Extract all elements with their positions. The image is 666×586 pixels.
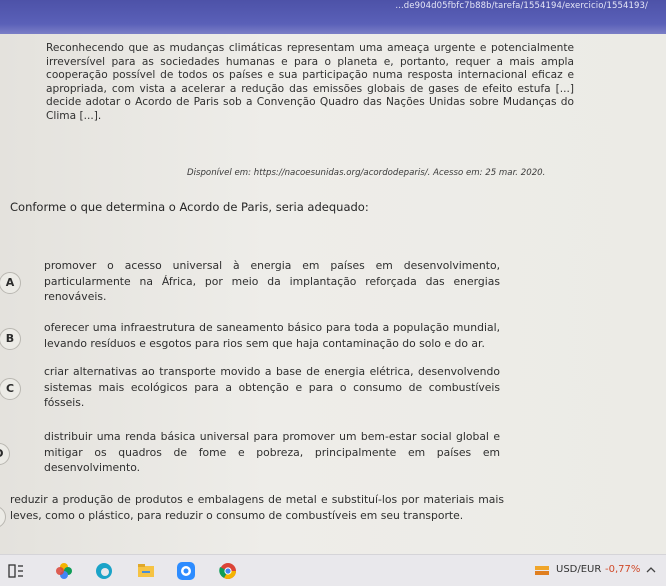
ticker-change: -0,77%	[605, 564, 641, 575]
option-letter[interactable]: C	[0, 378, 21, 400]
file-explorer-icon[interactable]	[136, 561, 156, 581]
option-text: reduzir a produção de produtos e embalag…	[10, 493, 504, 522]
taskview-icon[interactable]	[6, 561, 26, 581]
exercise-page: Reconhecendo que as mudanças climáticas …	[0, 34, 666, 554]
currency-ticker-icon	[535, 566, 549, 575]
option-letter[interactable]: B	[0, 328, 21, 350]
option-letter[interactable]: D	[0, 443, 10, 465]
chevron-up-icon[interactable]	[645, 565, 657, 575]
ticker-label[interactable]: USD/EUR	[556, 564, 601, 575]
option-text: distribuir uma renda básica universal pa…	[44, 430, 500, 474]
passage-text: Reconhecendo que as mudanças climáticas …	[46, 42, 574, 122]
edge-icon[interactable]	[94, 561, 114, 581]
option-letter[interactable]: A	[0, 272, 21, 294]
address-bar-url[interactable]: ...de904d05fbfc7b88b/tarefa/1554194/exer…	[395, 1, 648, 13]
chrome-icon[interactable]	[218, 561, 238, 581]
question-stem: Conforme o que determina o Acordo de Par…	[10, 200, 369, 214]
zoom-icon[interactable]	[176, 561, 196, 581]
option-letter[interactable]: E	[0, 506, 6, 528]
taskbar: USD/EUR -0,77%	[0, 554, 666, 586]
option-text: criar alternativas ao transporte movido …	[44, 365, 500, 409]
browser-toolbar: ...de904d05fbfc7b88b/tarefa/1554194/exer…	[0, 0, 666, 34]
option-text: oferecer uma infraestrutura de saneament…	[44, 321, 500, 350]
option-text: promover o acesso universal à energia em…	[44, 259, 500, 303]
passage-source: Disponível em: https://nacoesunidas.org/…	[187, 168, 546, 178]
photos-icon[interactable]	[54, 561, 74, 581]
